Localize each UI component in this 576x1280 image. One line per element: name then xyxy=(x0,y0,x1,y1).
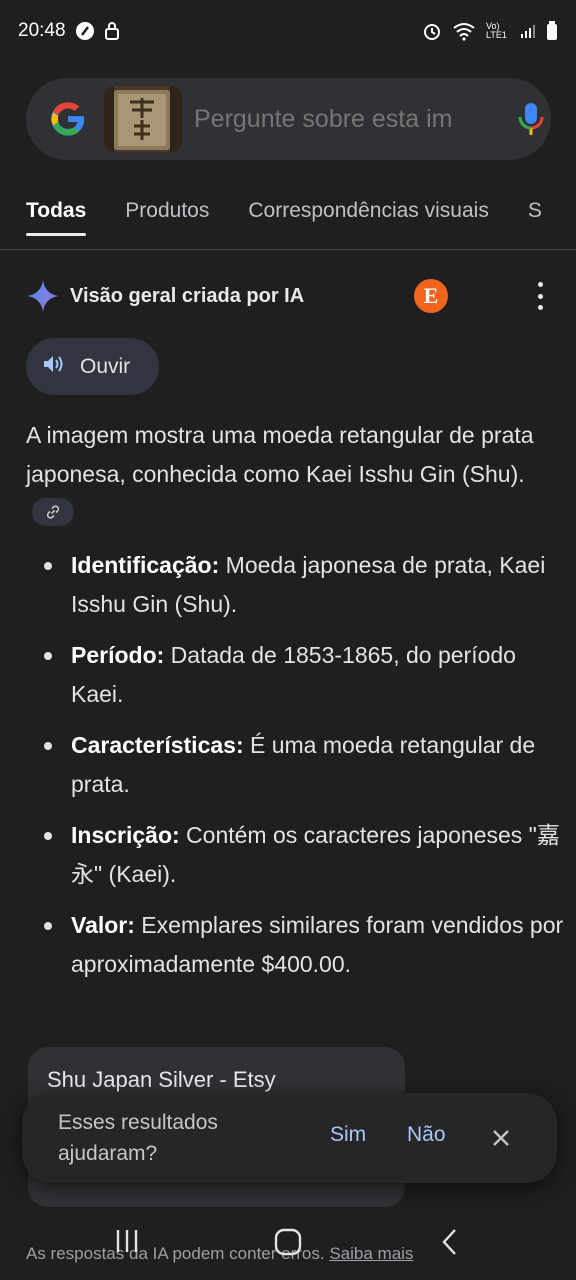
ai-overview-title: Visão geral criada por IA xyxy=(70,284,305,307)
bullet-label: Inscrição: xyxy=(71,822,180,848)
list-item: Valor: Exemplares similares foram vendid… xyxy=(26,906,566,983)
source-card-title: Shu Japan Silver - Etsy xyxy=(47,1067,276,1092)
mic-icon[interactable] xyxy=(516,99,546,139)
system-nav-bar xyxy=(0,1204,576,1280)
wifi-icon xyxy=(452,21,476,41)
feedback-yes-button[interactable]: Sim xyxy=(330,1123,366,1147)
search-tabs: Todas Produtos Correspondências visuais … xyxy=(0,178,576,250)
ai-overview-bullets: Identificação: Moeda japonesa de prata, … xyxy=(26,546,566,996)
bullet-label: Características: xyxy=(71,732,244,758)
close-icon[interactable] xyxy=(490,1127,512,1149)
lock-icon xyxy=(104,21,120,41)
status-time: 20:48 xyxy=(18,20,66,41)
tab-more-partial[interactable]: S xyxy=(528,178,542,249)
list-item: Identificação: Moeda japonesa de prata, … xyxy=(26,546,566,623)
alarm-icon xyxy=(422,21,442,41)
tab-correspondencias-visuais[interactable]: Correspondências visuais xyxy=(248,178,488,249)
ai-overview-intro: A imagem mostra uma moeda retangular de … xyxy=(26,416,556,532)
tab-todas[interactable]: Todas xyxy=(26,178,87,249)
bullet-label: Valor: xyxy=(71,912,135,938)
list-item: Período: Datada de 1853-1865, do período… xyxy=(26,636,566,713)
link-icon xyxy=(46,505,60,519)
more-options-icon[interactable] xyxy=(534,282,546,310)
home-icon[interactable] xyxy=(274,1228,302,1261)
recent-apps-icon[interactable] xyxy=(114,1228,140,1259)
tab-produtos[interactable]: Produtos xyxy=(125,178,209,249)
ai-overview-header: Visão geral criada por IA E xyxy=(26,272,550,320)
signal-icon xyxy=(520,23,536,39)
status-bar: 20:48 Vo) LTE1 xyxy=(0,0,576,62)
intro-text: A imagem mostra uma moeda retangular de … xyxy=(26,422,534,487)
feedback-prompt: Esses resultados ajudaram? Sim Não xyxy=(22,1093,557,1183)
search-input[interactable] xyxy=(194,104,516,134)
search-bar[interactable] xyxy=(26,78,551,160)
gemini-sparkle-icon xyxy=(26,279,60,313)
bullet-text: Exemplares similares foram vendidos por … xyxy=(71,912,564,977)
list-item: Características: É uma moeda retangular … xyxy=(26,726,566,803)
source-avatar-etsy[interactable]: E xyxy=(414,279,448,313)
data-saver-icon xyxy=(74,20,96,42)
citation-link-chip[interactable] xyxy=(32,497,74,526)
feedback-question: Esses resultados ajudaram? xyxy=(58,1111,218,1165)
listen-button[interactable]: Ouvir xyxy=(26,338,159,395)
bullet-label: Identificação: xyxy=(71,552,220,578)
feedback-no-button[interactable]: Não xyxy=(407,1123,446,1147)
image-thumbnail[interactable] xyxy=(104,86,182,152)
battery-icon xyxy=(546,21,558,41)
list-item: Inscrição: Contém os caracteres japonese… xyxy=(26,816,566,893)
listen-label: Ouvir xyxy=(80,354,131,378)
network-label: Vo) LTE1 xyxy=(486,21,507,40)
google-logo[interactable] xyxy=(48,99,88,139)
back-icon[interactable] xyxy=(440,1228,460,1261)
bullet-label: Período: xyxy=(71,642,165,668)
speaker-icon xyxy=(42,353,66,380)
